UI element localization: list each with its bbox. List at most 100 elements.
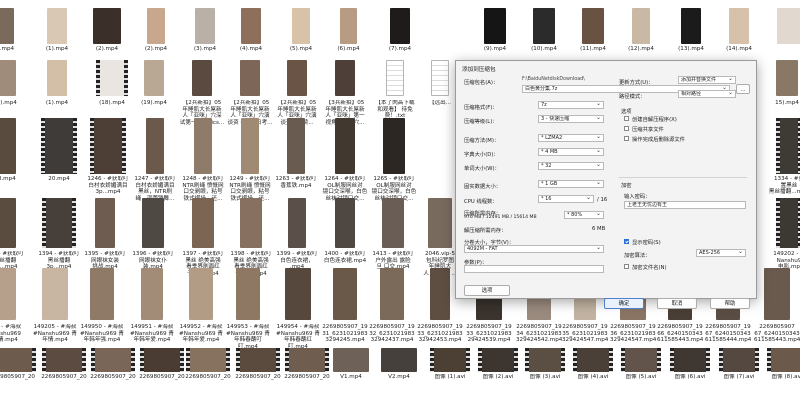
- file-name: 203 - #海叔 Nanshu969 年情.mp4: [0, 324, 22, 344]
- shared-files-checkbox[interactable]: [624, 126, 629, 131]
- file-tile[interactable]: 1247 - #获取叮 白村衣娇媚满目 黑丝，NTR刷 绳，温蕾销舞...: [132, 118, 178, 204]
- solid-select[interactable]: * 1 GB: [538, 180, 604, 188]
- file-tile[interactable]: 1398 - #获取叮 黑丝 绝美高强 看季界刷面红 子(b)...mp4: [228, 198, 274, 277]
- ok-button[interactable]: 确定: [604, 298, 644, 309]
- file-tile[interactable]: 图像 (2).avi: [475, 348, 521, 381]
- file-tile[interactable]: 2269805907 67_6240150343 611585443.mp4: [754, 268, 800, 352]
- file-tile[interactable]: (1).mp4: [34, 8, 80, 53]
- word-select[interactable]: * 32: [538, 162, 604, 170]
- params-input[interactable]: [464, 265, 604, 273]
- video-thumbnail: [236, 268, 260, 320]
- file-tile[interactable]: 图像 (7).avi: [716, 348, 762, 381]
- mem-percent-select[interactable]: * 80%: [564, 211, 604, 219]
- file-tile[interactable]: (6).mp4: [326, 8, 372, 53]
- file-tile[interactable]: 1399 - #获取叮 白色连衣裙， .mp4: [274, 198, 320, 272]
- file-tile[interactable]: 1263 - #获取叮 香蕉铁.mp4: [273, 118, 319, 204]
- file-tile[interactable]: [769, 8, 800, 53]
- file-tile[interactable]: 1400 - #获取叮 白色连衣裙.mp4: [322, 198, 368, 272]
- file-tile[interactable]: 2269805907_20: [235, 348, 281, 381]
- encrypt-names-checkbox[interactable]: [624, 264, 629, 269]
- file-tile[interactable]: 1265 - #获取叮 OL制服网丝对 镜口交深喉，白色 丝袜对镜口交...: [371, 118, 417, 204]
- update-select[interactable]: 添加并替换文件: [678, 76, 736, 84]
- show-password-checkbox[interactable]: [624, 239, 629, 244]
- cancel-button[interactable]: 取消: [657, 298, 697, 309]
- show-password-label: 显示密码(S): [632, 240, 661, 246]
- file-tile[interactable]: 图像 (5).avi: [618, 348, 664, 381]
- file-tile[interactable]: (11).mp4: [570, 8, 616, 53]
- video-thumbnail: [288, 198, 306, 248]
- file-tile[interactable]: 18.mp4: [0, 118, 28, 204]
- method-select[interactable]: * LZMA2: [538, 134, 604, 142]
- video-thumbnail: [776, 60, 798, 96]
- file-tile[interactable]: 149954 - #海叔 #Nanshu969 青 年韩春蘸红叮.mp4: [275, 268, 321, 352]
- file-tile[interactable]: 149205 - #海叔 #Nanshu969 青 年情.mp4: [32, 268, 78, 352]
- file-tile[interactable]: 2269805907_20: [139, 348, 185, 381]
- dialog-title: 添加到压缩包: [462, 67, 496, 73]
- file-tile[interactable]: (5).mp4: [278, 8, 324, 53]
- file-tile[interactable]: 2269805907_20: [284, 348, 330, 381]
- file-tile[interactable]: 图像 (3).avi: [522, 348, 568, 381]
- file-tile[interactable]: 图像 (6).avi: [667, 348, 713, 381]
- pathmode-select[interactable]: 相对路径: [678, 90, 736, 98]
- video-thumbnail: [776, 198, 800, 248]
- file-tile[interactable]: 图像 (8).avi: [764, 348, 800, 381]
- dict-select[interactable]: * 4 MB: [538, 148, 604, 156]
- file-tile[interactable]: 149951 - #海叔 #Nanshu969 青 年韩年爱.mp4: [129, 268, 175, 352]
- help-button[interactable]: 帮助: [710, 298, 750, 309]
- file-tile[interactable]: 20.mp4: [36, 118, 82, 204]
- file-tile[interactable]: 1397 - #获取叮 黑丝 绝美高强 看季界刷面红 子(b)...mp4: [180, 198, 226, 277]
- file-tile[interactable]: 2269805907_19 31_6231021983 3294245.mp4: [322, 268, 368, 352]
- file-tile[interactable]: 图像 (4).avi: [570, 348, 616, 381]
- delete-after-checkbox[interactable]: [624, 136, 629, 141]
- file-name: (11).mp4: [580, 46, 606, 52]
- options-button[interactable]: 选项: [464, 285, 510, 296]
- file-tile[interactable]: 269805907_20: [0, 348, 37, 381]
- password-input[interactable]: 上老王无忧边有王: [624, 201, 746, 209]
- file-tile[interactable]: 图像 (1).avi: [427, 348, 473, 381]
- file-tile[interactable]: 1395 - #获取叮 网眼袜女装 挑战.mp4: [82, 198, 128, 272]
- file-tile[interactable]: 2269805907_20: [90, 348, 136, 381]
- file-tile[interactable]: 149202 - # Nanshu9 电影.mp: [766, 198, 800, 272]
- file-tile[interactable]: V2.mp4: [376, 348, 422, 381]
- file-tile[interactable]: 1248 - #获取叮 NTR刷绳 愤慨网 口交剥眼，粘号 铁式爆操，还...: [180, 118, 226, 204]
- file-tile[interactable]: 292 - #获取叮 黑丝播翻 3p...mp4: [0, 198, 28, 272]
- file-tile[interactable]: 149952 - #海叔 #Nanshu969 青 年韩年爱.mp4: [178, 268, 224, 352]
- file-name: (1).mp4: [45, 100, 69, 106]
- file-tile[interactable]: (13).mp4: [668, 8, 714, 53]
- file-tile[interactable]: 1246 - #获取叮 白村衣娇媚满目 3p...mp4: [85, 118, 131, 204]
- cpu-select[interactable]: * 16: [538, 195, 594, 203]
- file-tile[interactable]: (14).mp4: [716, 8, 762, 53]
- file-tile[interactable]: (10).mp4: [521, 8, 567, 53]
- file-tile[interactable]: (9).mp4: [472, 8, 518, 53]
- video-thumbnail: [670, 348, 710, 372]
- file-tile[interactable]: 1394 - #获取叮 黑丝播翻 3p...mp4: [36, 198, 82, 272]
- file-tile[interactable]: 1413 - #获取叮 户外露出 露脸 旦 口交.mp4: [370, 198, 416, 272]
- sfx-checkbox[interactable]: [624, 116, 629, 121]
- dict-label: 字典大小(D)：: [464, 152, 499, 158]
- split-select[interactable]: 4092M - FAT: [464, 245, 604, 253]
- file-tile[interactable]: 149950 - #海叔 #Nanshu969 青 年韩年强.mp4: [79, 268, 125, 352]
- file-tile[interactable]: (12).mp4: [618, 8, 664, 53]
- format-select[interactable]: 7z: [538, 101, 604, 109]
- file-tile[interactable]: V1.mp4: [328, 348, 374, 381]
- file-tile[interactable]: (2).mp4: [133, 8, 179, 53]
- file-tile[interactable]: 2269805907_20: [185, 348, 231, 381]
- file-tile[interactable]: (4).mp4: [228, 8, 274, 53]
- file-tile[interactable]: 2269805907_20: [41, 348, 87, 381]
- video-thumbnail: [236, 348, 280, 372]
- file-tile[interactable]: (1).mp4: [0, 8, 26, 53]
- enc-method-select[interactable]: AES-256: [696, 249, 746, 257]
- file-tile[interactable]: 2269805907_19 32_6231021983 32942437.mp4: [369, 268, 415, 352]
- browse-button[interactable]: ...: [736, 84, 750, 94]
- file-tile[interactable]: 1334 - #获 置黑丝 黑丝播翻...mp4: [766, 118, 800, 204]
- file-tile[interactable]: 1396 - #获取叮 网眼袜女仆 装.mp4: [130, 198, 176, 272]
- file-tile[interactable]: 1249 - #获取叮 NTR刷绳 愤慨网 口交剥眼，粘号 铁式爆操，还...: [227, 118, 273, 204]
- enc-method-label: 加密算法：: [624, 253, 651, 259]
- file-tile[interactable]: (2).mp4: [84, 8, 130, 53]
- file-tile[interactable]: 1264 - #获取叮 OL制服网丝对 镜口交深喉，白色 丝袜对镜口交...: [322, 118, 368, 204]
- level-select[interactable]: 3 - 快速压缩: [538, 115, 604, 123]
- file-tile[interactable]: 203 - #海叔 Nanshu969 年情.mp4: [0, 268, 28, 352]
- file-tile[interactable]: (7).mp4: [377, 8, 423, 53]
- file-tile[interactable]: (3).mp4: [182, 8, 228, 53]
- file-tile[interactable]: 149953 - #海叔 #Nanshu969 青 年韩春蘸叮叮.mp4: [225, 268, 271, 352]
